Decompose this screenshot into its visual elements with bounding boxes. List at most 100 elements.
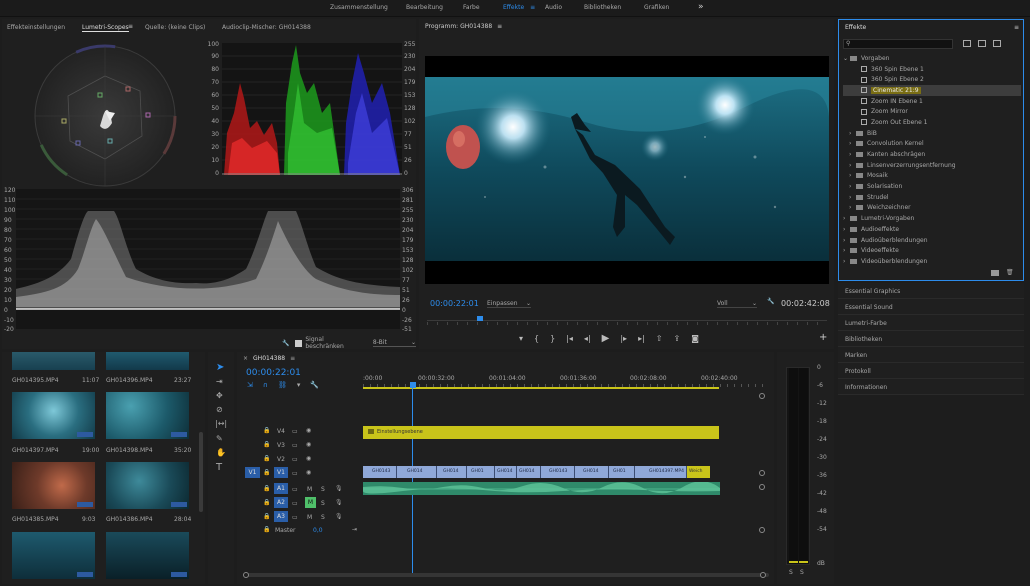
timeline-ruler[interactable]: :00:00 00:00:32:00 00:01:04:00 00:01:36:… <box>363 372 763 390</box>
v1-clip[interactable]: GH01 <box>467 466 495 478</box>
sync-lock-icon[interactable]: ▭ <box>292 428 298 435</box>
lock-icon[interactable]: 🔒 <box>263 427 270 434</box>
source-patch-v1[interactable]: V1 <box>245 467 260 478</box>
solo-button[interactable]: S <box>321 514 325 521</box>
a1-audio-clip[interactable] <box>363 482 720 495</box>
v1-clip[interactable]: GH014 <box>397 466 437 478</box>
step-back-icon[interactable]: ◂| <box>584 334 591 343</box>
lock-icon[interactable]: 🔒 <box>263 455 270 462</box>
tree-item-preset[interactable]: Zoom Mirror <box>843 106 1021 117</box>
program-scrubber[interactable] <box>427 316 827 326</box>
panel-informationen[interactable]: Informationen <box>838 379 1024 395</box>
mute-button[interactable]: M <box>307 514 312 521</box>
track-label[interactable]: A2 <box>274 497 288 508</box>
tree-item-folder[interactable]: › Kanten abschrägen <box>843 149 1021 160</box>
pen-tool-icon[interactable]: ✎ <box>216 434 223 443</box>
scroll-handle-icon[interactable] <box>759 484 765 490</box>
panel-marken[interactable]: Marken <box>838 347 1024 363</box>
lock-icon[interactable]: 🔒 <box>263 441 270 448</box>
v1-clip[interactable]: Weich <box>687 466 710 478</box>
microphone-icon[interactable]: 🎙 <box>335 513 343 520</box>
track-label[interactable]: V2 <box>275 456 287 463</box>
clip-thumb[interactable] <box>106 352 189 370</box>
workspace-tab-bibliotheken[interactable]: Bibliotheken <box>584 4 621 11</box>
tree-item-preset[interactable]: 360 Spin Ebene 2 <box>843 74 1021 85</box>
eye-icon[interactable]: ◉ <box>306 427 311 434</box>
new-bin-icon[interactable] <box>991 270 999 276</box>
v1-clip[interactable]: GH014397.MP4 <box>635 466 687 478</box>
step-forward-icon[interactable]: |▸ <box>620 334 627 343</box>
tree-item-folder[interactable]: › Mosaik <box>843 171 1021 182</box>
tab-audioclip-mischer[interactable]: Audioclip-Mischer: GH014388 <box>222 24 311 31</box>
lock-icon[interactable]: 🔒 <box>263 526 270 533</box>
scroll-handle-icon[interactable] <box>760 572 766 578</box>
lock-icon[interactable]: 🔒 <box>263 513 270 520</box>
hand-tool-icon[interactable]: ✋ <box>216 448 226 457</box>
solo-button[interactable]: S <box>321 486 325 493</box>
panel-essential-sound[interactable]: Essential Sound <box>838 299 1024 315</box>
tree-item-folder[interactable]: › Weichzeichner <box>843 203 1021 214</box>
tree-item-folder[interactable]: › Audioeffekte <box>843 224 1021 235</box>
tree-item-preset[interactable]: Zoom Out Ebene 1 <box>843 117 1021 128</box>
lock-icon[interactable]: 🔒 <box>263 499 270 506</box>
nest-icon[interactable]: ⇲ <box>247 381 253 389</box>
scroll-handle-icon[interactable] <box>759 393 765 399</box>
wrench-icon[interactable]: 🔧 <box>310 381 319 389</box>
eye-icon[interactable]: ◉ <box>306 441 311 448</box>
tree-item-folder[interactable]: › Solarisation <box>843 181 1021 192</box>
tree-item-folder[interactable]: › Audioüberblendungen <box>843 235 1021 246</box>
v1-clip[interactable]: GH0143 <box>363 466 397 478</box>
ripple-edit-tool-icon[interactable]: ✥ <box>216 391 223 400</box>
tree-item-folder[interactable]: › BiB <box>843 128 1021 139</box>
quality-select[interactable]: Voll ⌄ <box>717 300 757 308</box>
video-frame[interactable] <box>425 56 829 284</box>
yuv-effects-icon[interactable] <box>993 40 1001 47</box>
v1-clip[interactable]: GH014 <box>437 466 467 478</box>
track-label[interactable]: A3 <box>274 511 288 522</box>
panel-lumetri-farbe[interactable]: Lumetri-Farbe <box>838 315 1024 331</box>
sync-lock-icon[interactable]: ▭ <box>292 456 298 463</box>
playhead-marker[interactable] <box>477 316 483 321</box>
workspace-tab-bearbeitung[interactable]: Bearbeitung <box>406 4 443 11</box>
scroll-handle-icon[interactable] <box>759 527 765 533</box>
tab-lumetri-scopes[interactable]: Lumetri-Scopes <box>82 24 129 32</box>
solo-button[interactable]: S <box>321 500 325 507</box>
tree-item-vorgaben[interactable]: ⌄ Vorgaben <box>843 53 1021 64</box>
add-marker-icon[interactable]: ▾ <box>297 381 301 389</box>
panel-menu-icon[interactable]: ≡ <box>290 355 295 362</box>
track-label[interactable]: V3 <box>275 442 287 449</box>
bin-scrollbar[interactable] <box>199 432 203 512</box>
trash-icon[interactable]: 🗑 <box>1006 269 1014 276</box>
track-select-tool-icon[interactable]: ⇥ <box>216 377 223 386</box>
playhead-timecode[interactable]: 00:00:22:01 <box>430 299 479 308</box>
panel-essential-graphics[interactable]: Essential Graphics <box>838 283 1024 299</box>
v1-clip[interactable]: GH014 <box>575 466 609 478</box>
workspace-tab-grafiken[interactable]: Grafiken <box>644 4 669 11</box>
go-to-out-icon[interactable]: ▸| <box>638 334 645 343</box>
workspace-tab-audio[interactable]: Audio <box>545 4 562 11</box>
eye-icon[interactable]: ◉ <box>306 455 311 462</box>
workspace-tab-farbe[interactable]: Farbe <box>463 4 480 11</box>
tree-item-folder[interactable]: › Videoüberblendungen <box>843 256 1021 267</box>
bit-depth-select[interactable]: 8-Bit ⌄ <box>372 339 416 347</box>
32bit-effects-icon[interactable] <box>978 40 986 47</box>
sync-lock-icon[interactable]: ▭ <box>292 500 298 507</box>
add-button-icon[interactable]: + <box>819 332 827 343</box>
tree-item-folder[interactable]: › Videoeffekte <box>843 245 1021 256</box>
program-title[interactable]: Programm: GH014388 <box>425 23 492 30</box>
wrench-icon[interactable]: 🔧 <box>282 340 289 347</box>
panel-bibliotheken[interactable]: Bibliotheken <box>838 331 1024 347</box>
track-label[interactable]: A1 <box>274 483 288 494</box>
mark-out-icon[interactable]: } <box>550 334 555 343</box>
scroll-handle-icon[interactable] <box>243 572 249 578</box>
tree-item-preset[interactable]: 360 Spin Ebene 1 <box>843 64 1021 75</box>
play-icon[interactable]: ▶ <box>602 333 610 344</box>
track-label[interactable]: V1 <box>274 467 288 478</box>
clamp-checkbox[interactable] <box>295 339 303 347</box>
mute-button[interactable]: M <box>307 486 312 493</box>
master-value[interactable]: 0,0 <box>313 527 323 534</box>
add-marker-icon[interactable]: ▾ <box>519 334 523 343</box>
tree-item-preset[interactable]: Zoom IN Ebene 1 <box>843 96 1021 107</box>
tree-item-folder[interactable]: › Linsenverzerrungsentfernung <box>843 160 1021 171</box>
mute-button[interactable]: M <box>305 497 316 508</box>
